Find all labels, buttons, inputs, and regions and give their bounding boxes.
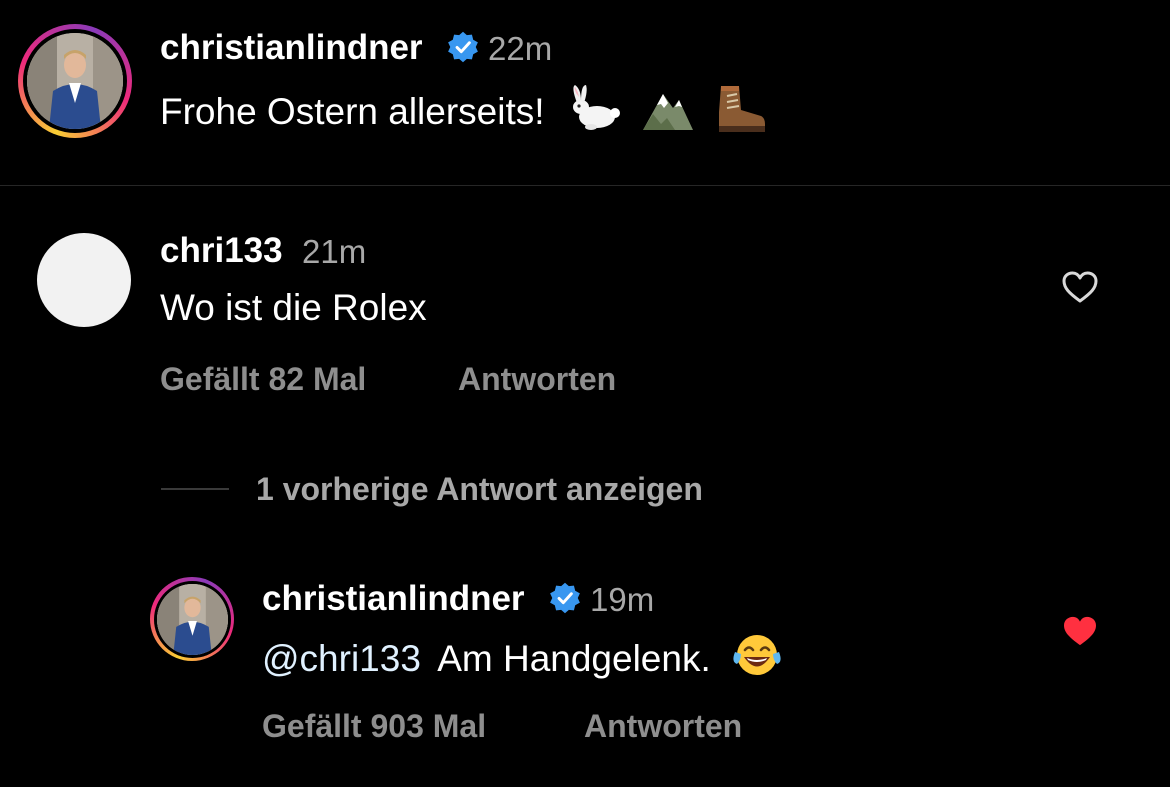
reply-username[interactable]: christianlindner: [262, 577, 525, 621]
mountain-emoji: [641, 84, 695, 144]
comment-reply-button[interactable]: Antworten: [458, 359, 616, 399]
reply-text: @chri133 Am Handgelenk.: [262, 632, 783, 690]
comments-screen: christianlindner 22m Frohe Ostern allers…: [0, 0, 1170, 787]
post-username[interactable]: christianlindner: [160, 26, 423, 70]
profile-photo-icon: [156, 583, 228, 655]
post-author-avatar[interactable]: [18, 24, 132, 138]
profile-photo-icon: [27, 33, 123, 129]
post-timestamp: 22m: [488, 30, 553, 67]
replies-line-divider: [161, 488, 229, 490]
caption-divider: [0, 185, 1170, 186]
verified-badge-icon: [446, 30, 480, 64]
reply-reply-button[interactable]: Antworten: [584, 706, 742, 746]
reply-like-heart-icon[interactable]: [1062, 615, 1098, 647]
view-previous-replies-button[interactable]: 1 vorherige Antwort anzeigen: [256, 469, 703, 509]
comment-text: Wo ist die Rolex: [160, 287, 427, 328]
face-with-tears-of-joy-emoji: [731, 632, 783, 690]
verified-badge-icon: [548, 581, 582, 615]
hiking-boot-emoji: [713, 82, 767, 146]
reply-author-avatar[interactable]: [150, 577, 234, 661]
commenter-avatar[interactable]: [37, 233, 131, 327]
comment-like-count[interactable]: Gefällt 82 Mal: [160, 359, 366, 399]
comment-timestamp: 21m: [302, 233, 367, 270]
reply-timestamp: 19m: [590, 581, 655, 618]
comment-username[interactable]: chri133: [160, 229, 283, 273]
comment-like-heart-icon[interactable]: [1061, 270, 1099, 304]
post-caption-text: Frohe Ostern allerseits!: [160, 90, 545, 132]
reply-mention-link[interactable]: @chri133: [262, 638, 421, 679]
reply-like-count[interactable]: Gefällt 903 Mal: [262, 706, 486, 746]
post-caption: Frohe Ostern allerseits!: [160, 82, 767, 146]
rabbit-emoji: [569, 83, 623, 145]
reply-text-body: Am Handgelenk.: [437, 637, 711, 679]
